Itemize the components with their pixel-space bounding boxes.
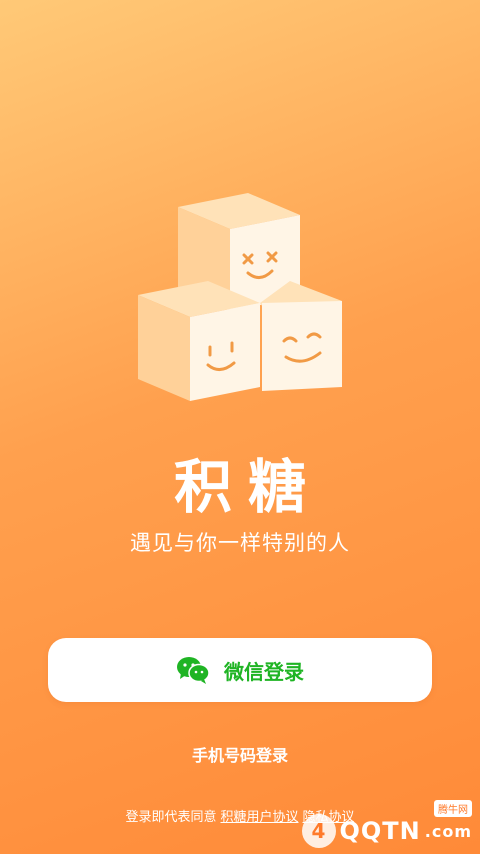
watermark: 4 QQTN .com 腾牛网	[301, 800, 472, 848]
watermark-domain: .com	[424, 821, 472, 841]
watermark-tag: 腾牛网	[434, 800, 472, 817]
user-agreement-link[interactable]: 积糖用户协议	[220, 810, 298, 825]
wechat-login-label: 微信登录	[224, 659, 304, 684]
right-cube	[260, 281, 342, 391]
watermark-text: QQTN	[339, 817, 421, 845]
wechat-icon	[177, 657, 210, 684]
agreement-prefix: 登录即代表同意	[125, 810, 217, 825]
left-cube	[138, 281, 260, 401]
cube-mascot-illustration	[138, 193, 342, 401]
phone-login-link[interactable]: 手机号码登录	[0, 742, 480, 766]
wechat-login-button[interactable]: 微信登录	[48, 638, 432, 702]
watermark-logo-icon: 4	[301, 814, 336, 848]
slogan: 遇见与你一样特别的人	[130, 531, 350, 555]
app-logo-text: 积糖	[173, 453, 322, 521]
